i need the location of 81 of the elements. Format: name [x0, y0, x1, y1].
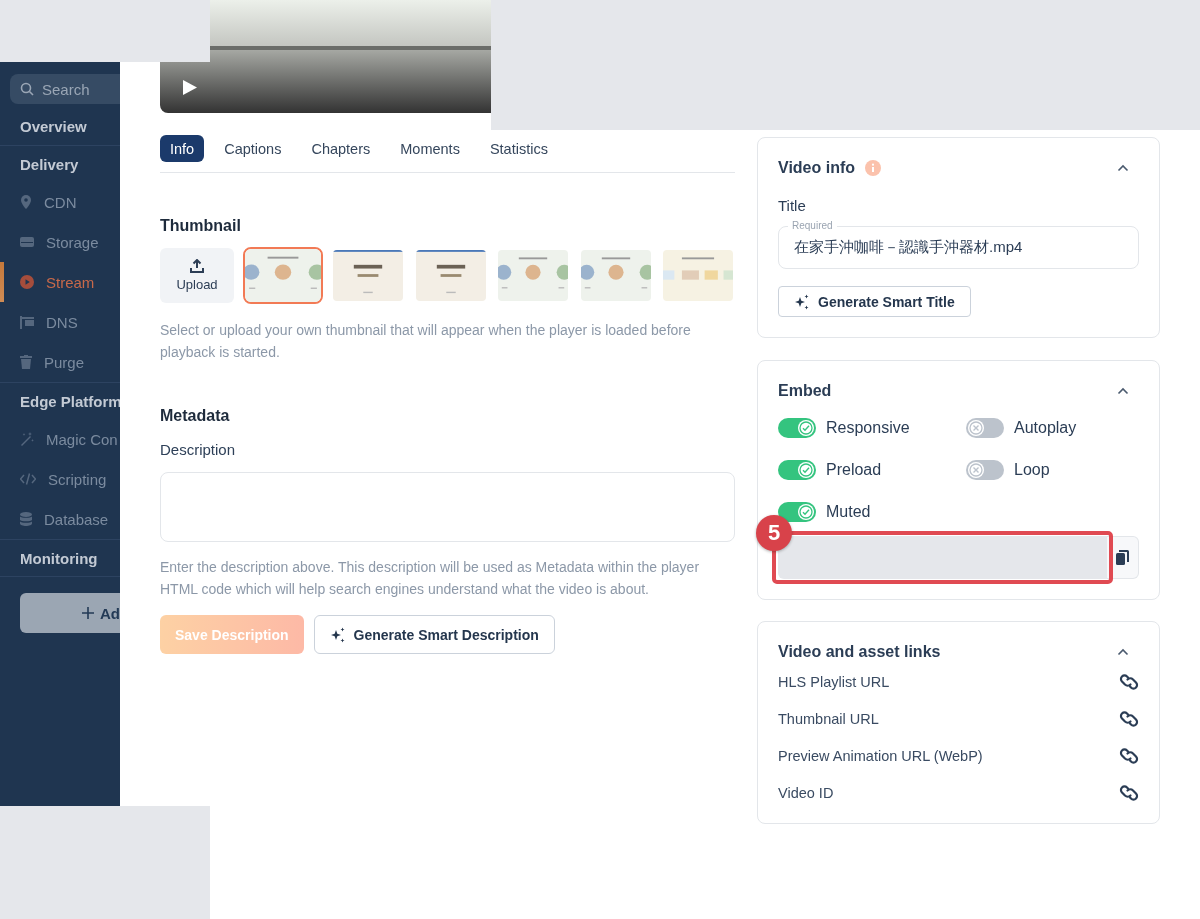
upload-button[interactable]: Upload — [160, 248, 234, 303]
link-label: Video ID — [778, 784, 834, 801]
thumbnail-option[interactable] — [496, 248, 570, 303]
search-field[interactable]: Search — [10, 74, 120, 104]
tab[interactable]: Info — [160, 135, 205, 162]
play-circle-icon — [20, 275, 34, 289]
sidebar-item[interactable]: CDN — [0, 182, 120, 222]
link-icon[interactable] — [1119, 710, 1139, 727]
sparkle-icon — [794, 293, 810, 310]
sidebar-section[interactable]: Overview — [20, 118, 87, 135]
check-circle-icon — [799, 463, 813, 477]
sidebar-item[interactable]: DNS — [0, 302, 120, 342]
add-button[interactable]: Ad — [20, 593, 120, 633]
trash-icon — [20, 355, 32, 369]
tab[interactable]: Chapters — [301, 135, 381, 162]
drive-icon — [20, 236, 34, 248]
toggle-label: Autoplay — [1014, 419, 1077, 437]
toggle-label: Responsive — [826, 419, 910, 437]
magic-wand-icon — [20, 432, 34, 446]
upload-icon — [190, 259, 204, 273]
cross-circle-icon — [969, 421, 983, 435]
info-icon — [865, 160, 882, 176]
flag-icon — [20, 315, 34, 329]
link-icon[interactable] — [1119, 673, 1139, 690]
toggle-label: Preload — [826, 461, 882, 479]
sidebar-item[interactable]: Magic Con — [0, 419, 120, 459]
generate-button[interactable]: Generate Smart Title — [778, 286, 971, 317]
plus-icon — [82, 607, 94, 619]
link-label: HLS Playlist URL — [778, 673, 890, 690]
link-icon[interactable] — [1119, 747, 1139, 764]
toggle-switch[interactable] — [966, 460, 1004, 480]
toggle-switch[interactable] — [778, 460, 816, 480]
sidebar-section[interactable]: Delivery — [20, 155, 79, 173]
check-circle-icon — [799, 505, 813, 519]
tab[interactable]: Statistics — [479, 135, 558, 162]
sidebar-item[interactable]: Scripting — [0, 459, 120, 499]
copy-icon — [1116, 550, 1129, 565]
thumbnail-option[interactable] — [331, 248, 405, 303]
search-icon — [20, 82, 34, 96]
thumbnail-option[interactable] — [413, 248, 488, 303]
help-text: Enter the description above. This description will be used as Metadata within the player HTML code which will help search engines understand what the video is about. — [160, 558, 701, 599]
floating-label: Required — [788, 220, 837, 232]
embed-code-field[interactable] — [778, 536, 1107, 579]
sparkle-icon — [329, 626, 346, 643]
toggle-label: Loop — [1014, 461, 1050, 479]
database-icon — [20, 512, 32, 526]
link-label: Preview Animation URL (WebP) — [778, 747, 983, 764]
chevron-icon[interactable] — [1117, 164, 1129, 172]
link-icon[interactable] — [1119, 784, 1139, 801]
sidebar-section[interactable]: Monitoring — [20, 549, 98, 567]
map-pin-icon — [20, 195, 32, 209]
chevron-icon[interactable] — [1117, 387, 1129, 395]
sidebar-item[interactable]: Purge — [0, 342, 120, 382]
sidebar-item[interactable]: Storage — [0, 222, 120, 262]
code-icon — [20, 473, 36, 485]
step-badge: 5 — [756, 515, 792, 551]
help-text: Select or upload your own thumbnail that will appear when the player is loaded before playback is started. — [160, 321, 692, 362]
section-heading: Metadata — [160, 406, 231, 426]
description-field[interactable] — [160, 472, 735, 542]
tab[interactable]: Captions — [214, 135, 292, 162]
link-label: Thumbnail URL — [778, 710, 879, 727]
section-heading: Thumbnail — [160, 216, 242, 236]
chevron-icon[interactable] — [1117, 648, 1129, 656]
check-circle-icon — [799, 421, 813, 435]
thumbnail-option[interactable] — [578, 248, 653, 303]
tab[interactable]: Moments — [390, 135, 470, 162]
field-label: Title — [778, 197, 807, 214]
card-title: Embed — [778, 382, 832, 400]
toggle-label: Muted — [826, 503, 871, 521]
toggle-switch[interactable] — [778, 502, 816, 522]
toggle-switch[interactable] — [778, 418, 816, 438]
thumbnail-option[interactable] — [661, 248, 735, 303]
sidebar-item[interactable]: Database — [0, 499, 120, 539]
play-icon[interactable] — [183, 80, 197, 95]
sidebar-section[interactable]: Edge Platform — [20, 392, 120, 410]
card-title: Video and asset links — [778, 643, 941, 661]
generate-button[interactable]: Generate Smart Description — [313, 615, 555, 654]
card-title: Video info — [778, 159, 856, 177]
field-label: Description — [160, 440, 237, 460]
toggle-switch[interactable] — [966, 418, 1004, 438]
cross-circle-icon — [969, 463, 983, 477]
